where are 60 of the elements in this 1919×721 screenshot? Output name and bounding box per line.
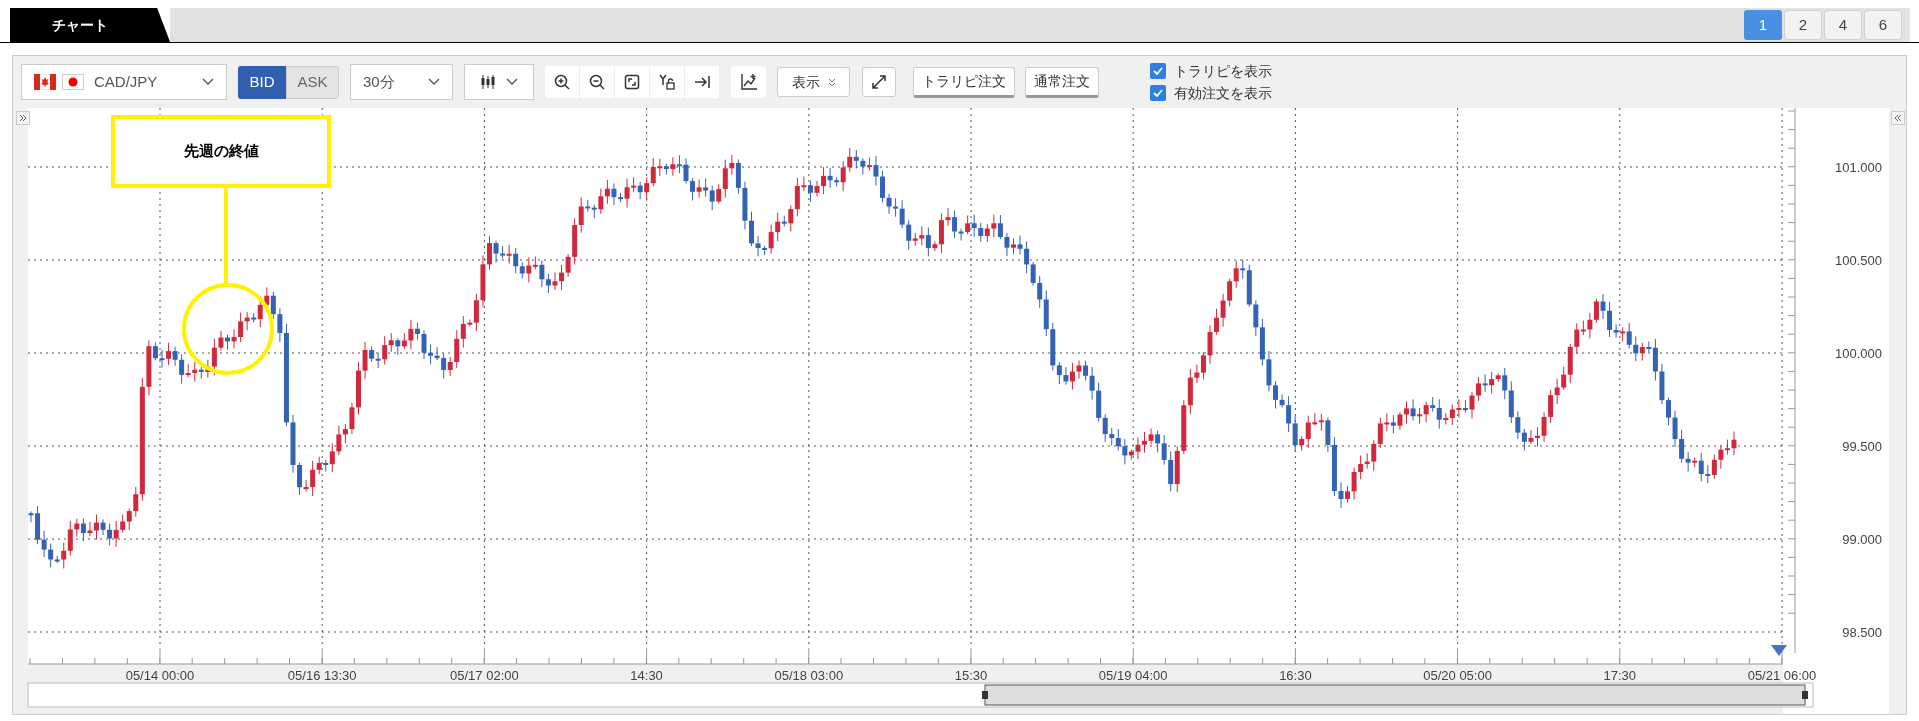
fit-screen-icon [624, 74, 640, 90]
display-menu-button[interactable]: 表示 [777, 67, 850, 97]
checkbox[interactable] [1150, 63, 1166, 79]
collapse-right-button[interactable] [1891, 111, 1905, 125]
time-label: 05/19 04:00 [1098, 668, 1168, 683]
currency-pair-dropdown[interactable]: CAD/JPY [21, 64, 227, 100]
chevron-down-icon [428, 78, 440, 86]
y-axis-lock-icon [659, 74, 675, 90]
order-button[interactable]: 通常注文 [1025, 66, 1099, 98]
time-label: 15:30 [954, 668, 988, 683]
price-side-toggle[interactable]: BID [238, 65, 286, 99]
annotation-callout: 先週の終値 [111, 115, 331, 188]
price-side-toggle[interactable]: ASK [286, 65, 339, 99]
check-icon [1153, 67, 1163, 75]
order-button[interactable]: トラリピ注文 [913, 66, 1015, 98]
check-icon [1153, 89, 1163, 97]
layout-button[interactable]: 4 [1824, 10, 1862, 40]
fullscreen-button[interactable] [862, 67, 896, 97]
price-label: 101.000 [1835, 160, 1882, 175]
price-label: 99.500 [1842, 439, 1882, 454]
time-label: 05/14 00:00 [125, 668, 195, 683]
jump-to-end-icon [694, 74, 710, 90]
price-label: 100.500 [1835, 253, 1882, 268]
checkbox[interactable] [1150, 85, 1166, 101]
canada-flag-icon [34, 74, 56, 90]
add-indicator-button[interactable] [731, 66, 766, 98]
expand-left-button[interactable] [16, 111, 30, 125]
time-label: 17:30 [1603, 668, 1637, 683]
expand-icon [871, 74, 887, 90]
chevron-down-icon [202, 78, 214, 86]
double-chevron-right-icon [19, 114, 27, 122]
range-handle[interactable] [982, 691, 988, 699]
price-label: 100.000 [1835, 346, 1882, 361]
time-label: 14:30 [630, 668, 663, 683]
time-label: 05/18 03:00 [774, 668, 844, 683]
checkbox-label: 有効注文を表示 [1174, 83, 1272, 103]
price-label: 99.000 [1842, 532, 1882, 547]
scrollbar-thumb[interactable] [984, 684, 1806, 706]
double-chevron-left-icon [1894, 114, 1902, 122]
zoom-in-icon [554, 74, 570, 90]
timeframe-dropdown[interactable]: 30分 [350, 64, 453, 100]
price-label: 98.500 [1842, 625, 1882, 640]
time-label: 05/16 13:30 [287, 668, 357, 683]
layout-button[interactable]: 6 [1864, 10, 1902, 40]
chart-type-dropdown[interactable] [464, 64, 534, 100]
checkbox-label: トラリピを表示 [1174, 61, 1272, 81]
zoom-out-icon [589, 74, 605, 90]
chart-tab[interactable]: チャート [10, 8, 170, 42]
candlestick-icon [480, 74, 496, 90]
japan-flag-icon [62, 74, 84, 90]
double-chevron-down-icon [827, 77, 836, 87]
time-label: 16:30 [1279, 668, 1312, 683]
layout-button[interactable]: 2 [1784, 10, 1822, 40]
price-marker-icon [1771, 645, 1787, 656]
time-label: 05/21 06:00 [1747, 668, 1817, 683]
range-handle[interactable] [1802, 691, 1808, 699]
chart-plus-icon [739, 73, 758, 91]
time-label: 05/17 02:00 [450, 668, 519, 683]
time-label: 05/20 05:00 [1423, 668, 1492, 683]
chevron-down-icon [506, 78, 518, 86]
